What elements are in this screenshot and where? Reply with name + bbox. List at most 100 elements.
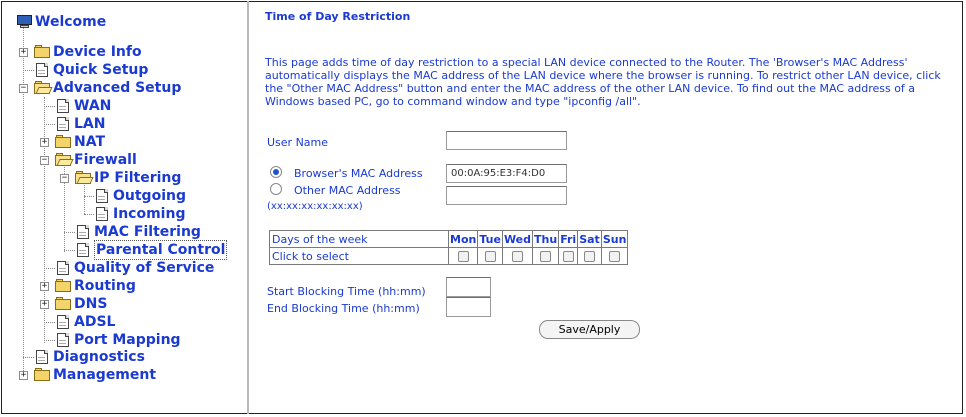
day-thu-cell [532,247,560,265]
tree-label[interactable]: Advanced Setup [53,79,181,97]
tree-label[interactable]: LAN [74,115,105,133]
tree-line [23,70,34,71]
tree-item-welcome[interactable]: Welcome [16,13,106,31]
expand-routing-icon[interactable]: + [40,282,49,291]
day-sat-header: Sat [577,230,602,248]
mac-format-hint: (xx:xx:xx:xx:xx:xx) [267,201,363,212]
browser-mac-input[interactable] [446,164,567,183]
tree-label[interactable]: Quick Setup [53,61,148,79]
tree-item-outgoing[interactable]: Outgoing [94,187,186,205]
page-title: Time of Day Restriction [265,10,411,23]
tree-item-management[interactable]: Management [34,366,156,384]
tree-line [44,124,55,125]
tree-label[interactable]: Management [53,366,156,384]
tree-item-mac-filtering[interactable]: MAC Filtering [75,223,201,241]
tree-label[interactable]: IP Filtering [94,169,181,187]
day-fri-checkbox[interactable] [562,251,574,262]
expand-management-icon[interactable]: + [19,371,28,380]
day-sun-cell [600,247,629,265]
tree-label[interactable]: NAT [74,133,105,151]
tree-item-lan[interactable]: LAN [55,115,105,133]
tree-label[interactable]: Incoming [113,205,185,223]
page-icon [55,315,72,329]
day-sat-cell [577,247,602,265]
collapse-firewall-icon[interactable]: − [40,156,49,165]
tree-item-port-mapping[interactable]: Port Mapping [55,331,181,349]
tree-item-incoming[interactable]: Incoming [94,205,185,223]
tree-label[interactable]: ADSL [74,313,115,331]
day-wed-cell [501,247,534,265]
tree-line [23,357,34,358]
tree-label[interactable]: DNS [74,295,107,313]
tree-item-advanced-setup[interactable]: Advanced Setup [34,79,181,97]
tree-item-adsl[interactable]: ADSL [55,313,115,331]
tree-item-parental-control[interactable]: Parental Control [75,240,228,260]
tree-label[interactable]: MAC Filtering [94,223,201,241]
tree-item-quick-setup[interactable]: Quick Setup [34,61,148,79]
tree-line [23,22,24,375]
folder-open-icon [55,153,74,167]
tree-item-firewall[interactable]: Firewall [55,151,137,169]
tree-line [84,214,94,215]
tree-line [44,322,55,323]
tree-label[interactable]: Parental Control [94,240,228,260]
click-to-select-label: Click to select [269,247,449,265]
tree-line [44,268,55,269]
other-mac-input[interactable] [446,186,567,205]
day-sat-checkbox[interactable] [584,251,595,262]
start-time-input[interactable] [446,277,491,297]
tree-item-device-info[interactable]: Device Info [34,43,142,61]
save-apply-button[interactable]: Save/Apply [539,320,640,339]
tree-item-diagnostics[interactable]: Diagnostics [34,348,145,366]
tree-label[interactable]: WAN [74,97,111,115]
tree-label[interactable]: Welcome [35,13,106,31]
tree-item-quality-of-service[interactable]: Quality of Service [55,259,214,277]
collapse-ip-filtering-icon[interactable]: − [60,174,69,183]
page-description: This page adds time of day restriction t… [265,56,941,108]
other-mac-label: Other MAC Address [294,184,401,197]
expand-device-info-icon[interactable]: + [19,48,28,57]
day-tue-cell [477,247,503,265]
day-fri-cell [558,247,579,265]
day-wed-checkbox[interactable] [511,251,523,262]
page-icon [34,63,51,77]
other-mac-radio[interactable] [270,183,282,195]
expand-nat-icon[interactable]: + [40,138,49,147]
day-wed-header: Wed [501,230,534,248]
tree-label[interactable]: Port Mapping [74,331,181,349]
folder-icon [55,135,72,149]
expand-dns-icon[interactable]: + [40,300,49,309]
tree-label[interactable]: Firewall [74,151,137,169]
days-select-row: Click to select [269,247,629,265]
tree-label[interactable]: Device Info [53,43,142,61]
tree-item-dns[interactable]: DNS [55,295,107,313]
page-icon [55,99,72,113]
tree-label[interactable]: Quality of Service [74,259,214,277]
end-time-input[interactable] [446,297,491,317]
day-thu-header: Thu [532,230,560,248]
day-tue-checkbox[interactable] [484,251,496,262]
tree-label[interactable]: Diagnostics [53,348,145,366]
monitor-icon [16,15,33,29]
page-icon [94,189,111,203]
tree-line [64,232,75,233]
tree-label[interactable]: Outgoing [113,187,186,205]
folder-open-icon [75,171,94,185]
days-header-row: Days of the week Mon Tue Wed Thu Fri Sat… [269,230,629,248]
tree-item-ip-filtering[interactable]: IP Filtering [75,169,181,187]
tree-item-wan[interactable]: WAN [55,97,111,115]
page-icon [75,243,92,257]
day-mon-checkbox[interactable] [457,251,469,262]
user-name-input[interactable] [446,131,567,150]
folder-icon [55,279,72,293]
tree-label[interactable]: Routing [74,277,136,295]
day-thu-checkbox[interactable] [540,251,552,262]
collapse-advanced-setup-icon[interactable]: − [19,84,28,93]
tree-item-routing[interactable]: Routing [55,277,136,295]
frame-divider[interactable] [247,1,249,414]
tree-item-nat[interactable]: NAT [55,133,105,151]
start-time-label: Start Blocking Time (hh:mm) [267,285,426,298]
content-pane: Time of Day Restriction This page adds t… [250,0,962,415]
day-sun-checkbox[interactable] [609,251,621,262]
browser-mac-radio[interactable] [270,166,282,178]
